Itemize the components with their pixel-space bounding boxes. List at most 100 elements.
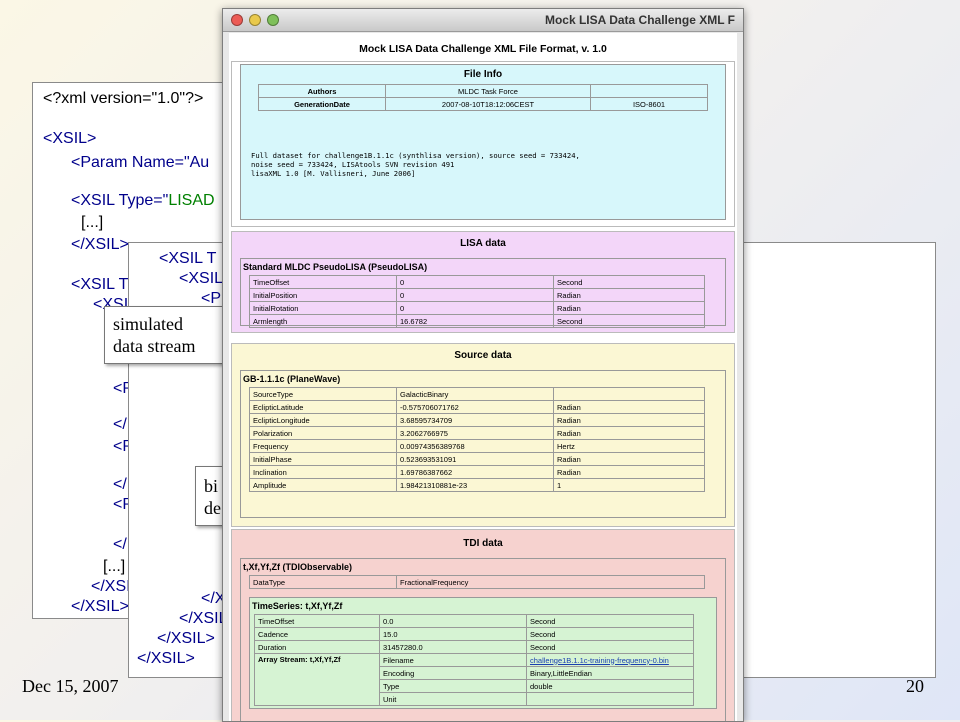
table-cell: InitialRotation	[249, 301, 397, 315]
window-titlebar[interactable]: Mock LISA Data Challenge XML F	[223, 9, 743, 32]
table-cell: Second	[526, 640, 694, 654]
tdi-observable-title: t,Xf,Yf,Zf (TDIObservable)	[243, 562, 353, 572]
xml-line: <Param Name="Au	[71, 154, 210, 171]
table-cell: TimeOffset	[249, 275, 397, 289]
table-cell: EclipticLongitude	[249, 413, 397, 427]
xml-line: </XSIL>	[137, 650, 195, 667]
xml-line: </XSIL>	[157, 630, 215, 647]
table-cell: Radian	[553, 452, 705, 466]
table-cell: 0	[396, 301, 554, 315]
table-cell: Radian	[553, 413, 705, 427]
table-cell: Frequency	[249, 439, 397, 453]
table-cell: Radian	[553, 465, 705, 479]
page-number: 20	[906, 676, 924, 696]
table-cell: DataType	[249, 575, 397, 589]
table-row: TimeOffset 0 Second	[249, 275, 705, 289]
lisa-data-box: Standard MLDC PseudoLISA (PseudoLISA) Ti…	[240, 258, 726, 328]
table-cell: 0	[396, 275, 554, 289]
tdi-data-box: t,Xf,Yf,Zf (TDIObservable) DataType Frac…	[240, 558, 726, 721]
timeseries-title: TimeSeries: t,Xf,Yf,Zf	[252, 601, 343, 611]
table-cell: 0	[396, 288, 554, 302]
table-row: Polarization 3.2062766975 Radian	[249, 426, 705, 440]
file-info-table: Authors MLDC Task Force GenerationDate 2…	[258, 84, 708, 111]
table-cell: Encoding	[379, 666, 527, 680]
table-row: InitialRotation 0 Radian	[249, 301, 705, 315]
xml-line: <XSIL T	[159, 250, 217, 267]
table-cell: SourceType	[249, 387, 397, 401]
table-row: Authors MLDC Task Force	[258, 84, 708, 98]
table-cell: Cadence	[254, 627, 380, 641]
source-data-section: Source data GB-1.1.1c (PlaneWave) Source…	[231, 343, 735, 527]
table-cell: Authors	[258, 84, 386, 98]
table-cell: 3.2062766975	[396, 426, 554, 440]
source-params-table: SourceType GalacticBinary EclipticLatitude…	[249, 387, 705, 492]
xml-line: </XSIL>	[71, 598, 129, 615]
table-row: Cadence 15.0 Second	[254, 627, 694, 641]
table-cell: Armlength	[249, 314, 397, 328]
table-cell: 1.98421310881e-23	[396, 478, 554, 492]
document-view[interactable]: Mock LISA Data Challenge XML File Format…	[229, 33, 737, 721]
table-cell: challenge1B.1.1c-training-frequency-0.bi…	[526, 653, 694, 667]
table-row: Amplitude 1.98421310881e-23 1	[249, 478, 705, 492]
xml-line: <XSIL	[179, 270, 224, 287]
source-data-box: GB-1.1.1c (PlaneWave) SourceType Galactic…	[240, 370, 726, 518]
table-cell: 3.68595734709	[396, 413, 554, 427]
table-cell: 1.69786387662	[396, 465, 554, 479]
table-cell: 2007-08-10T18:12:06CEST	[385, 97, 591, 111]
table-cell: MLDC Task Force	[385, 84, 591, 98]
table-row: EclipticLongitude 3.68595734709 Radian	[249, 413, 705, 427]
table-cell: Hertz	[553, 439, 705, 453]
close-window-button[interactable]	[231, 14, 243, 26]
table-cell: InitialPosition	[249, 288, 397, 302]
xml-line: <XSIL Type="	[71, 192, 169, 209]
lisa-model-title: Standard MLDC PseudoLISA (PseudoLISA)	[243, 262, 428, 272]
lisa-data-title: LISA data	[460, 238, 506, 249]
table-cell: Radian	[553, 301, 705, 315]
table-row: TimeOffset 0.0 Second	[254, 614, 694, 628]
xml-ellipsis: [...]	[81, 214, 104, 231]
table-cell: ISO-8601	[590, 97, 708, 111]
xml-attr-value: LISAD	[168, 192, 215, 209]
table-cell: Binary,LittleEndian	[526, 666, 694, 680]
table-cell: 31457280.0	[379, 640, 527, 654]
table-cell: Second	[526, 614, 694, 628]
array-stream-label: Array Stream: t,Xf,Yf,Zf	[254, 653, 380, 706]
lisa-data-section: LISA data Standard MLDC PseudoLISA (Pseu…	[231, 231, 735, 333]
source-name-title: GB-1.1.1c (PlaneWave)	[243, 374, 341, 384]
xml-line: <XSIL T	[71, 276, 129, 293]
table-cell: FractionalFrequency	[396, 575, 705, 589]
file-info-comment: Full dataset for challenge1B.1.1c (synth…	[251, 151, 580, 178]
table-cell: Second	[553, 314, 705, 328]
table-row: InitialPhase 0.523693531091 Radian	[249, 452, 705, 466]
table-row: DataType FractionalFrequency	[249, 575, 705, 589]
browser-window: Mock LISA Data Challenge XML F Mock LISA…	[222, 8, 744, 722]
xml-line: </XSIL>	[71, 236, 129, 253]
xml-line: </XSI	[91, 578, 131, 595]
table-cell: Amplitude	[249, 478, 397, 492]
data-file-link[interactable]: challenge1B.1.1c-training-frequency-0.bi…	[530, 656, 669, 665]
table-row: Array Stream: t,Xf,Yf,Zf Filename challeng…	[254, 653, 694, 706]
table-cell: Polarization	[249, 426, 397, 440]
minimize-window-button[interactable]	[249, 14, 261, 26]
table-row: Frequency 0.00974356389768 Hertz	[249, 439, 705, 453]
tdi-data-section: TDI data t,Xf,Yf,Zf (TDIObservable) Data…	[231, 529, 735, 721]
file-info-title: File Info	[463, 69, 503, 80]
timeseries-table: TimeOffset 0.0 Second Cadence 15.0 Second Dura…	[254, 614, 694, 706]
table-cell: -0.575706071762	[396, 400, 554, 414]
xml-code-back: <?xml version="1.0"?> <XSIL> <Param Name…	[43, 89, 215, 615]
table-cell: 15.0	[379, 627, 527, 641]
table-cell: Radian	[553, 288, 705, 302]
table-cell: 0.0	[379, 614, 527, 628]
zoom-window-button[interactable]	[267, 14, 279, 26]
table-row: Duration 31457280.0 Second	[254, 640, 694, 654]
table-cell: 1	[553, 478, 705, 492]
window-title: Mock LISA Data Challenge XML F	[544, 13, 735, 27]
table-cell: Second	[553, 275, 705, 289]
table-cell: Second	[526, 627, 694, 641]
table-row: Armlength 16.6782 Second	[249, 314, 705, 328]
source-data-title: Source data	[454, 350, 512, 361]
table-cell: 0.00974356389768	[396, 439, 554, 453]
table-cell	[590, 84, 708, 98]
table-cell	[553, 387, 705, 401]
table-row: GenerationDate 2007-08-10T18:12:06CEST I…	[258, 97, 708, 111]
